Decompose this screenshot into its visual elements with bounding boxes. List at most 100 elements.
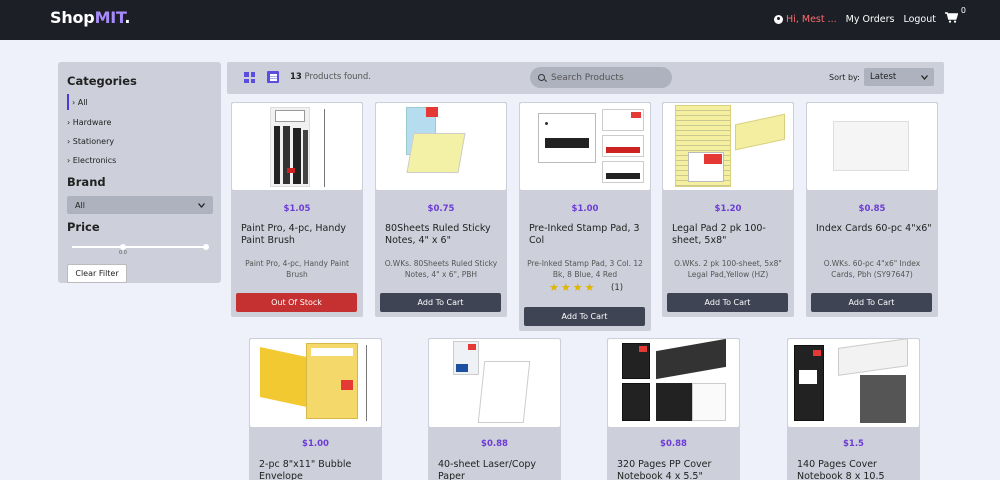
price-slider-handle-max[interactable] [203, 244, 209, 250]
product-name[interactable]: Legal Pad 2 pk 100-sheet, 5x8" [672, 223, 788, 247]
add-to-cart-button[interactable]: Add To Cart [380, 293, 501, 312]
product-photo [833, 121, 909, 171]
product-card[interactable]: $0.85 Index Cards 60-pc 4"x6" O.WKs. 60-… [806, 102, 938, 317]
product-name[interactable]: Paint Pro, 4-pc, Handy Paint Brush [241, 223, 357, 247]
chevron-down-icon [921, 74, 928, 80]
category-item-hardware[interactable]: › Hardware [67, 113, 212, 132]
product-image[interactable] [250, 339, 381, 427]
rating-stars-icon: ★★★★ [549, 281, 597, 294]
notebook-open [656, 339, 726, 380]
price-slider-label: 0.0 [119, 250, 127, 256]
product-photo [538, 113, 596, 163]
add-to-cart-button[interactable]: Add To Cart [524, 307, 645, 326]
category-item-electronics[interactable]: › Electronics [67, 151, 212, 170]
product-card[interactable]: $0.88 40-sheet Laser/Copy Paper [428, 338, 561, 480]
top-navbar: ShopMIT. Hi, Mest ... My Orders Logout 0 [0, 0, 1000, 40]
notebook [622, 383, 650, 421]
product-image[interactable] [608, 339, 739, 427]
product-description: O.WKs. 80Sheets Ruled Sticky Notes, 4" x… [384, 259, 498, 279]
logout-link[interactable]: Logout [903, 14, 936, 25]
cart-button[interactable]: 0 [945, 6, 966, 26]
categories-title: Categories [67, 74, 137, 88]
product-photo [622, 343, 650, 379]
product-name[interactable]: 140 Pages Cover Notebook 8 x 10.5 [797, 459, 914, 480]
dimension-line [366, 345, 367, 421]
product-card[interactable]: $1.05 Paint Pro, 4-pc, Handy Paint Brush… [231, 102, 363, 317]
product-card[interactable]: $0.88 320 Pages PP Cover Notebook 4 x 5.… [607, 338, 740, 480]
price-slider-track [72, 246, 206, 248]
product-price: $1.20 [714, 204, 742, 214]
stamp-pad-box [602, 109, 644, 131]
product-name[interactable]: 2-pc 8"x11" Bubble Envelope [259, 459, 376, 480]
notebook-page [692, 383, 726, 421]
product-price: $1.05 [283, 204, 311, 214]
product-name[interactable]: Index Cards 60-pc 4"x6" [816, 223, 932, 235]
product-name[interactable]: 320 Pages PP Cover Notebook 4 x 5.5" [617, 459, 734, 480]
product-image[interactable] [376, 103, 506, 190]
product-price: $0.88 [660, 439, 687, 449]
product-price: $1.5 [843, 439, 864, 449]
product-name[interactable]: 80Sheets Ruled Sticky Notes, 4" x 6" [385, 223, 501, 247]
chevron-down-icon [198, 202, 205, 208]
brand-logo[interactable]: ShopMIT. [50, 8, 130, 27]
product-name[interactable]: 40-sheet Laser/Copy Paper [438, 459, 555, 480]
brand-select[interactable]: All [67, 196, 213, 214]
product-description: O.WKs. 60-pc 4"x6" Index Cards, Pbh (SY9… [823, 259, 921, 279]
grid-view-icon[interactable] [244, 72, 255, 83]
product-price: $0.75 [427, 204, 455, 214]
product-photo [675, 105, 731, 187]
product-image[interactable] [520, 103, 650, 190]
product-price: $0.88 [481, 439, 508, 449]
product-card[interactable]: $1.00 Pre-Inked Stamp Pad, 3 Col Pre-Ink… [519, 102, 651, 331]
search-input[interactable] [551, 72, 661, 83]
sort-select[interactable]: Latest [864, 68, 934, 86]
price-slider[interactable]: 0.0 [72, 242, 212, 256]
product-description: O.WKs. 2 pk 100-sheet, 5x8" Legal Pad,Ye… [674, 259, 782, 279]
list-view-icon[interactable] [267, 71, 279, 83]
clear-filter-button[interactable]: Clear Filter [67, 264, 127, 283]
notebook [860, 375, 906, 423]
product-card[interactable]: $1.00 2-pc 8"x11" Bubble Envelope [249, 338, 382, 480]
product-image[interactable] [663, 103, 793, 190]
stamp-pad-box [602, 161, 644, 183]
notebook [656, 383, 692, 421]
brand-select-value: All [75, 200, 85, 210]
product-price: $0.85 [858, 204, 886, 214]
user-menu[interactable]: Hi, Mest ... [774, 14, 837, 25]
products-count-text: Products found. [301, 72, 372, 82]
category-item-all[interactable]: › All [67, 94, 212, 110]
sticky-notes [406, 133, 466, 173]
price-title: Price [67, 220, 100, 234]
product-image[interactable] [232, 103, 362, 190]
filter-sidebar: Categories › All › Hardware › Stationery… [58, 62, 221, 283]
rating-count: (1) [611, 283, 624, 293]
stamp-pad-box [602, 135, 644, 157]
my-orders-link[interactable]: My Orders [846, 14, 895, 25]
product-card[interactable]: $1.20 Legal Pad 2 pk 100-sheet, 5x8" O.W… [662, 102, 794, 317]
envelope [306, 343, 358, 419]
add-to-cart-button[interactable]: Add To Cart [667, 293, 788, 312]
search-icon [538, 74, 545, 81]
product-label [426, 107, 438, 117]
category-item-stationery[interactable]: › Stationery [67, 132, 212, 151]
cart-count-badge: 0 [960, 6, 966, 15]
product-card[interactable]: $1.5 140 Pages Cover Notebook 8 x 10.5 [787, 338, 920, 480]
search-box[interactable] [530, 67, 672, 88]
product-price: $1.00 [302, 439, 329, 449]
products-count-number: 13 [290, 72, 302, 82]
product-name[interactable]: Pre-Inked Stamp Pad, 3 Col [529, 223, 645, 247]
product-photo [453, 341, 479, 375]
copy-paper [477, 361, 531, 423]
brand-main: Shop [50, 8, 95, 27]
legal-pad [735, 113, 785, 151]
product-image[interactable] [807, 103, 937, 190]
product-photo [794, 345, 824, 421]
brand-accent: MIT [94, 8, 125, 27]
product-card[interactable]: $0.75 80Sheets Ruled Sticky Notes, 4" x … [375, 102, 507, 317]
product-image[interactable] [788, 339, 919, 427]
product-image[interactable] [429, 339, 560, 427]
out-of-stock-button[interactable]: Out Of Stock [236, 293, 357, 312]
add-to-cart-button[interactable]: Add To Cart [811, 293, 932, 312]
notebook-open [838, 339, 908, 376]
brand-title: Brand [67, 175, 106, 189]
